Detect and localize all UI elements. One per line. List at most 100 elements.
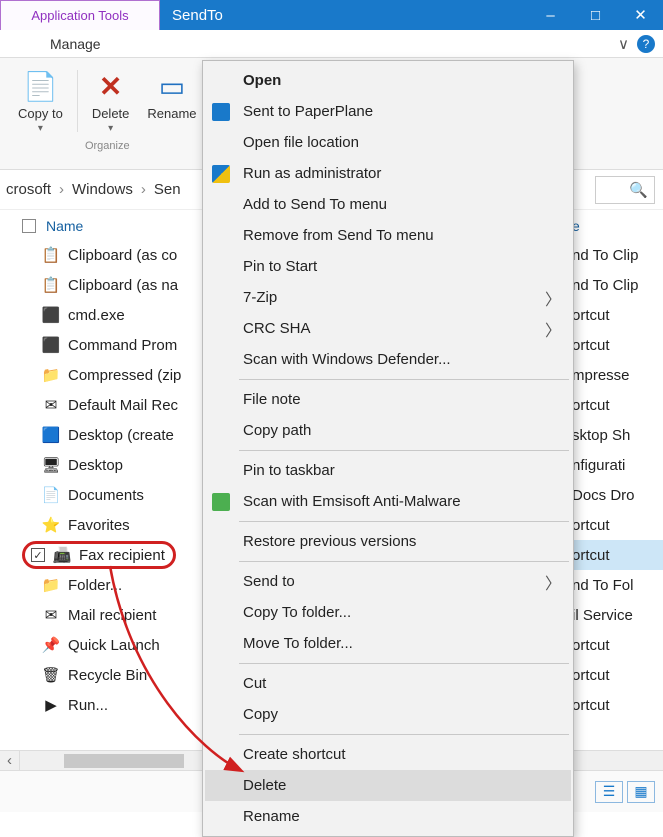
file-icon: 🖥	[42, 456, 60, 474]
chevron-right-icon: ›	[141, 181, 146, 198]
ribbon-context-tab[interactable]: Application Tools	[0, 0, 160, 30]
breadcrumb-part[interactable]: crosoft	[6, 181, 51, 198]
file-name: Fax recipient	[79, 547, 165, 564]
copy-to-button[interactable]: 📄 Copy to ▾	[12, 66, 69, 136]
breadcrumb-part[interactable]: Sen	[154, 181, 181, 198]
file-type-cell: nfigurati	[568, 450, 663, 480]
menu-item-label: Copy	[243, 706, 278, 723]
file-name: Quick Launch	[68, 637, 160, 654]
menu-item[interactable]: Rename	[205, 801, 571, 832]
menu-item-icon	[209, 632, 233, 656]
ribbon-tab-manage[interactable]: Manage	[30, 32, 121, 56]
menu-item-icon	[209, 570, 233, 594]
search-icon: 🔍	[629, 181, 648, 199]
menu-item-label: CRC SHA	[243, 320, 311, 337]
menu-item-label: Run as administrator	[243, 165, 381, 182]
menu-item-icon	[209, 388, 233, 412]
maximize-button[interactable]: □	[573, 0, 618, 30]
menu-separator	[239, 561, 569, 562]
menu-item-icon	[209, 459, 233, 483]
menu-item-icon	[209, 286, 233, 310]
file-name: Desktop	[68, 457, 123, 474]
copy-to-label: Copy to	[18, 106, 63, 121]
menu-item[interactable]: CRC SHA 〉	[205, 313, 571, 344]
menu-item[interactable]: Send to〉	[205, 566, 571, 597]
file-icon: ⬛	[42, 336, 60, 354]
menu-item[interactable]: File note	[205, 384, 571, 415]
delete-x-icon: ✕	[93, 68, 129, 104]
search-input[interactable]: 🔍	[595, 176, 655, 204]
menu-item[interactable]: Delete	[205, 770, 571, 801]
file-icon: ✉	[42, 396, 60, 414]
menu-item-icon	[209, 703, 233, 727]
menu-item[interactable]: Move To folder...	[205, 628, 571, 659]
scroll-thumb[interactable]	[64, 754, 184, 768]
context-menu: OpenSent to PaperPlaneOpen file location…	[202, 60, 574, 837]
file-type-cell: il Service	[568, 600, 663, 630]
menu-item-icon	[209, 774, 233, 798]
file-icon: 📁	[42, 576, 60, 594]
menu-item-icon	[209, 193, 233, 217]
file-name: Recycle Bin	[68, 667, 147, 684]
file-type-cell: nd To Clip	[568, 240, 663, 270]
file-type-cell: nd To Clip	[568, 270, 663, 300]
menu-item[interactable]: 7-Zip〉	[205, 282, 571, 313]
menu-item-icon	[209, 162, 233, 186]
menu-item[interactable]: Open	[205, 65, 571, 96]
file-type-cell: ortcut	[568, 540, 663, 570]
menu-item-label: Remove from Send To menu	[243, 227, 434, 244]
menu-item[interactable]: Scan with Emsisoft Anti-Malware	[205, 486, 571, 517]
file-name: cmd.exe	[68, 307, 125, 324]
row-checkbox[interactable]: ✓	[31, 548, 45, 562]
menu-item[interactable]: Open file location	[205, 127, 571, 158]
menu-item[interactable]: Run as administrator	[205, 158, 571, 189]
help-icon[interactable]: ?	[637, 35, 655, 53]
menu-item[interactable]: Pin to Start	[205, 251, 571, 282]
rename-label: Rename	[147, 106, 196, 121]
menu-separator	[239, 379, 569, 380]
menu-item-icon	[209, 255, 233, 279]
file-name: Command Prom	[68, 337, 177, 354]
menu-item-icon	[209, 419, 233, 443]
file-name: Documents	[68, 487, 144, 504]
menu-item[interactable]: Restore previous versions	[205, 526, 571, 557]
menu-item[interactable]: Pin to taskbar	[205, 455, 571, 486]
menu-item[interactable]: Scan with Windows Defender...	[205, 344, 571, 375]
icons-view-button[interactable]: ▦	[627, 781, 655, 803]
column-header-type[interactable]: e	[568, 216, 663, 240]
menu-item-label: Send to	[243, 573, 295, 590]
details-view-button[interactable]: ☰	[595, 781, 623, 803]
window-title: SendTo	[160, 0, 528, 30]
minimize-button[interactable]: –	[528, 0, 573, 30]
chevron-right-icon: 〉	[545, 317, 561, 341]
menu-item[interactable]: Copy path	[205, 415, 571, 446]
breadcrumb-part[interactable]: Windows	[72, 181, 133, 198]
scroll-left-icon[interactable]: ‹	[0, 751, 20, 771]
menu-item-icon	[209, 490, 233, 514]
menu-item[interactable]: Sent to PaperPlane	[205, 96, 571, 127]
menu-item[interactable]: Add to Send To menu	[205, 189, 571, 220]
delete-button[interactable]: ✕ Delete ▾	[86, 66, 136, 136]
file-icon: 📠	[53, 546, 71, 564]
menu-item-label: Create shortcut	[243, 746, 346, 763]
menu-item[interactable]: Copy To folder...	[205, 597, 571, 628]
rename-icon: ▭	[154, 68, 190, 104]
menu-item[interactable]: Cut	[205, 668, 571, 699]
menu-item-icon	[209, 317, 233, 341]
ribbon-collapse-icon[interactable]: ∨	[618, 35, 629, 53]
column-header-name[interactable]: Name	[46, 218, 83, 234]
file-type-cell: ortcut	[568, 390, 663, 420]
menu-item-icon	[209, 131, 233, 155]
file-type-cell: Docs Dro	[568, 480, 663, 510]
menu-item[interactable]: Remove from Send To menu	[205, 220, 571, 251]
menu-item[interactable]: Create shortcut	[205, 739, 571, 770]
file-type-cell: ortcut	[568, 630, 663, 660]
close-button[interactable]: ✕	[618, 0, 663, 30]
file-type-cell: ortcut	[568, 660, 663, 690]
file-type-cell: ortcut	[568, 510, 663, 540]
file-icon: ✉	[42, 606, 60, 624]
menu-item[interactable]: Copy	[205, 699, 571, 730]
file-type-cell: sktop Sh	[568, 420, 663, 450]
rename-button[interactable]: ▭ Rename	[141, 66, 202, 136]
select-all-checkbox[interactable]	[22, 219, 36, 233]
